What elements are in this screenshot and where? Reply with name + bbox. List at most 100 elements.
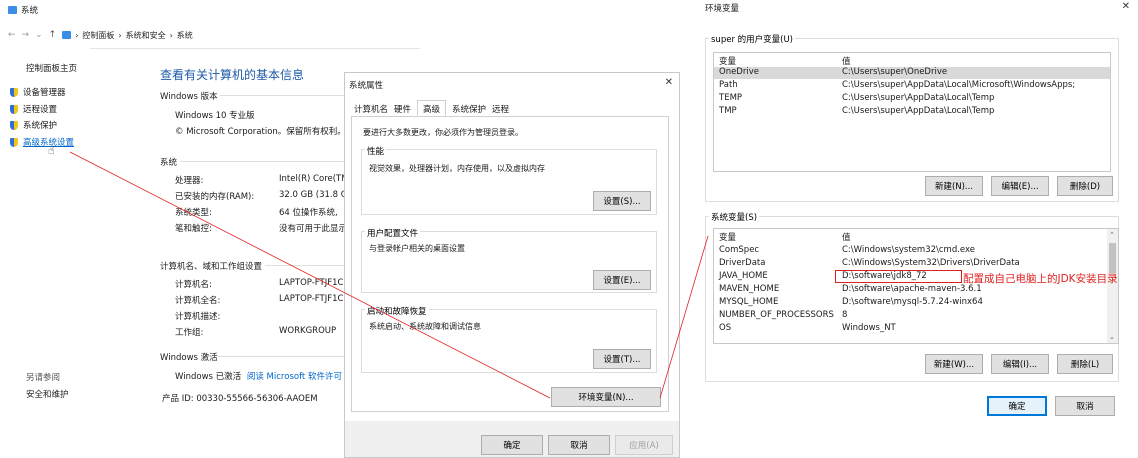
breadcrumb-item-control-panel[interactable]: 控制面板 [82, 30, 114, 41]
variable-value: 8 [842, 310, 848, 320]
column-header-value[interactable]: 值 [842, 231, 851, 243]
table-row[interactable]: ComSpec C:\Windows\system32\cmd.exe [714, 245, 1118, 257]
tab-computer-name[interactable]: 计算机名 [354, 103, 388, 115]
ok-button[interactable]: 确定 [481, 435, 543, 455]
info-value: 64 位操作系统, [279, 208, 338, 218]
scroll-thumb[interactable] [1109, 243, 1116, 273]
cancel-button[interactable]: 取消 [548, 435, 610, 455]
table-row[interactable]: OS Windows_NT [714, 323, 1118, 335]
edition-section-title: Windows 版本 [160, 92, 218, 102]
info-value: WORKGROUP [279, 326, 337, 336]
user-edit-button[interactable]: 编辑(E)... [991, 176, 1049, 196]
environment-variables-button[interactable]: 环境变量(N)... [551, 387, 661, 407]
system-delete-button[interactable]: 删除(L) [1057, 354, 1113, 374]
breadcrumb: › 控制面板 › 系统和安全 › 系统 [62, 30, 193, 41]
tab-system-protection[interactable]: 系统保护 [452, 103, 486, 115]
window-title: 系统 [8, 4, 38, 16]
scroll-up-icon[interactable]: ⌃ [1109, 231, 1115, 239]
variable-value: C:\Users\super\AppData\Local\Microsoft\W… [842, 80, 1076, 90]
variable-value: C:\Users\super\OneDrive [842, 67, 948, 77]
computer-section-title: 计算机名、域和工作组设置 [160, 262, 263, 272]
close-icon[interactable]: ✕ [665, 77, 673, 88]
system-edit-button[interactable]: 编辑(I)... [991, 354, 1049, 374]
table-row[interactable]: DriverData C:\Windows\System32\Drivers\Dr… [714, 258, 1118, 270]
env-cancel-button[interactable]: 取消 [1055, 396, 1115, 416]
table-header[interactable]: 变量 值 [714, 231, 1118, 243]
nav-divider [90, 48, 420, 49]
see-also-title: 另请参阅 [26, 373, 61, 383]
tab-remote[interactable]: 远程 [492, 103, 509, 115]
table-row[interactable]: MYSQL_HOME D:\software\mysql-5.7.24-winx6… [714, 297, 1118, 309]
system-new-button[interactable]: 新建(W)... [925, 354, 983, 374]
user-new-button[interactable]: 新建(N)... [925, 176, 983, 196]
activation-section-title: Windows 激活 [160, 353, 218, 363]
info-label: 已安装的内存(RAM): [175, 192, 255, 202]
info-value: LAPTOP-FTJF1C [279, 294, 344, 304]
env-ok-button[interactable]: 确定 [987, 396, 1047, 416]
user-variables-table[interactable]: 变量 值 OneDrive C:\Users\super\OneDrive Path… [713, 52, 1111, 172]
computer-info-list: 计算机名: LAPTOP-FTJF1C 计算机全名: LAPTOP-FTJF1C 计… [175, 278, 345, 348]
column-header-variable[interactable]: 变量 [719, 55, 736, 67]
license-link[interactable]: 阅读 Microsoft 软件许可 [247, 372, 342, 382]
column-header-variable[interactable]: 变量 [719, 231, 736, 243]
sidebar-home[interactable]: 控制面板主页 [26, 62, 77, 74]
info-label: 系统类型: [175, 208, 212, 218]
tab-strip: 计算机名 硬件 高级 系统保护 远程 [351, 100, 675, 116]
table-row[interactable]: TMP C:\Users\super\AppData\Local\Temp [714, 106, 1110, 118]
startup-settings-button[interactable]: 设置(T)... [593, 349, 651, 369]
startup-title: 启动和故障恢复 [365, 305, 429, 317]
vertical-scrollbar[interactable]: ⌃ ⌄ [1107, 229, 1118, 343]
copyright-text: © Microsoft Corporation。保留所有权利。 [175, 127, 345, 137]
variable-name: MAVEN_HOME [719, 284, 780, 294]
table-header[interactable]: 变量 值 [714, 55, 1110, 67]
java-home-value: D:\software\jdk8_72 [835, 270, 962, 283]
section-divider [220, 95, 345, 96]
forward-arrow-icon[interactable]: → [22, 30, 30, 40]
up-arrow-icon[interactable]: ↑ [49, 30, 57, 40]
shield-icon [10, 120, 18, 130]
profiles-settings-button[interactable]: 设置(E)... [593, 270, 651, 290]
apply-button[interactable]: 应用(A) [615, 435, 673, 455]
section-divider [265, 265, 345, 266]
profiles-title: 用户配置文件 [365, 227, 421, 239]
back-arrow-icon[interactable]: ← [8, 30, 16, 40]
nav-bar: ← → ⌄ ↑ › 控制面板 › 系统和安全 › 系统 [8, 26, 420, 44]
table-row[interactable]: Path C:\Users\super\AppData\Local\Microso… [714, 80, 1110, 92]
variable-name: JAVA_HOME [719, 271, 768, 281]
shield-icon [10, 137, 18, 147]
annotation-text: 配置成自己电脑上的JDK安装目录 [963, 273, 1118, 285]
chevron-down-icon[interactable]: ⌄ [35, 30, 43, 40]
breadcrumb-item-system[interactable]: 系统 [177, 30, 193, 41]
sidebar-item-remote[interactable]: 远程设置 [10, 103, 57, 115]
column-header-value[interactable]: 值 [842, 55, 851, 67]
system-variables-table[interactable]: 变量 值 ComSpec C:\Windows\system32\cmd.exe D… [713, 228, 1119, 344]
user-delete-button[interactable]: 删除(D) [1057, 176, 1113, 196]
sidebar-item-protection[interactable]: 系统保护 [10, 119, 57, 131]
see-also-security-link[interactable]: 安全和维护 [26, 388, 69, 400]
table-row[interactable]: NUMBER_OF_PROCESSORS 8 [714, 310, 1118, 322]
sidebar-item-advanced[interactable]: 高级系统设置 [10, 136, 74, 148]
performance-desc: 视觉效果，处理器计划，内存使用，以及虚拟内存 [369, 164, 545, 173]
info-value: 没有可用于此显示 [279, 224, 345, 234]
table-row[interactable]: TEMP C:\Users\super\AppData\Local\Temp [714, 93, 1110, 105]
tab-hardware[interactable]: 硬件 [394, 103, 411, 115]
breadcrumb-item-security[interactable]: 系统和安全 [126, 30, 166, 41]
info-label: 计算机全名: [175, 296, 221, 306]
performance-settings-button[interactable]: 设置(S)... [593, 191, 651, 211]
scroll-down-icon[interactable]: ⌄ [1109, 333, 1115, 341]
info-label: 计算机名: [175, 280, 212, 290]
tab-advanced[interactable]: 高级 [417, 100, 447, 116]
close-icon[interactable]: ✕ [1122, 1, 1130, 12]
sidebar-item-device-manager[interactable]: 设备管理器 [10, 86, 66, 98]
windows-edition: Windows 10 专业版 [175, 111, 255, 121]
variable-value: D:\software\mysql-5.7.24-winx64 [842, 297, 983, 307]
dialog-title: 环境变量 [705, 4, 740, 14]
variable-name: MYSQL_HOME [719, 297, 779, 307]
variable-value: D:\software\apache-maven-3.6.1 [842, 284, 982, 294]
variable-name: TEMP [719, 93, 743, 103]
table-row[interactable]: OneDrive C:\Users\super\OneDrive [714, 67, 1110, 79]
info-value: LAPTOP-FTJF1C [279, 278, 344, 288]
info-label: 计算机描述: [175, 312, 221, 322]
system-section-title: 系统 [160, 158, 178, 168]
variable-value: C:\Users\super\AppData\Local\Temp [842, 93, 995, 103]
